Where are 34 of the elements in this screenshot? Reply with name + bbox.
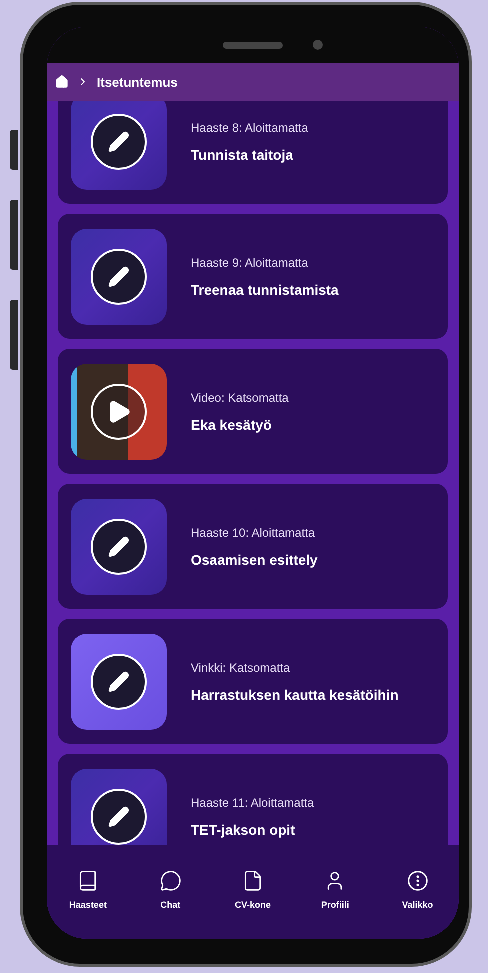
more-icon [406, 870, 429, 892]
home-icon[interactable] [55, 75, 69, 89]
pencil-icon [108, 130, 130, 152]
activity-card[interactable]: Haaste 8: Aloittamatta Tunnista taitoja [58, 101, 448, 204]
activity-card[interactable]: Vinkki: Katsomatta Harrastuksen kautta kesätöihin [58, 619, 448, 744]
camera-lens [313, 40, 323, 50]
activity-title: Harrastuksen kautta kesätöihin [191, 686, 399, 702]
nav-tab[interactable]: Profiili [305, 870, 366, 910]
nav-tab[interactable]: Chat [140, 870, 201, 910]
pencil-icon [108, 670, 130, 692]
activity-card[interactable]: Video: Katsomatta Eka kesätyö [58, 349, 448, 474]
activity-title: TET-jakson opit [191, 822, 296, 838]
speaker-grille [223, 42, 283, 48]
activity-title: Treenaa tunnistamista [191, 282, 339, 298]
activity-card[interactable]: Haaste 9: Aloittamatta Treenaa tunnistamista [58, 214, 448, 339]
activity-status: Haaste 9: Aloittamatta [191, 256, 310, 270]
nav-tab[interactable]: Haasteet [58, 870, 118, 910]
activity-status: Video: Katsomatta [191, 390, 289, 404]
pencil-icon [108, 536, 130, 558]
activity-title: Eka kesätyö [191, 416, 273, 432]
activity-title: Tunnista taitoja [191, 146, 294, 162]
chat-bubble-icon [160, 870, 182, 892]
activity-card[interactable]: Haaste 10: Aloittamatta Osaamisen esittely [58, 484, 448, 609]
activity-status: Haaste 10: Aloittamatta [191, 526, 316, 540]
activity-status: Vinkki: Katsomatta [191, 660, 292, 674]
activity-title: Osaamisen esittely [191, 552, 318, 568]
pencil-icon [108, 266, 130, 288]
activity-status: Haaste 11: Aloittamatta [191, 796, 314, 810]
nav-tab[interactable]: Valikko [388, 870, 448, 910]
breadcrumb-current: Itsetuntemus [97, 74, 178, 90]
activity-status: Haaste 8: Aloittamatta [191, 120, 308, 134]
nav-tab[interactable]: CV-kone [222, 870, 283, 910]
activity-card[interactable]: Haaste 11: Aloittamatta TET-jakson opit [58, 754, 448, 845]
pencil-icon [108, 806, 130, 828]
